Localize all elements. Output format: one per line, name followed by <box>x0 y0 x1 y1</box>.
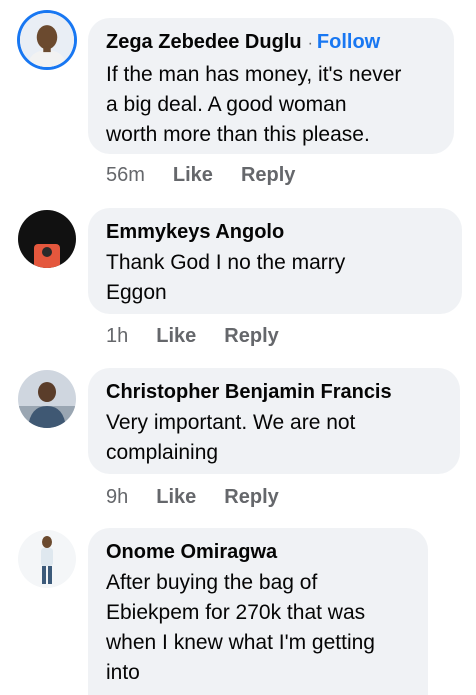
author-name[interactable]: Zega Zebedee Duglu <box>106 31 302 53</box>
like-button[interactable]: Like <box>173 164 213 186</box>
comment-bubble: Onome Omiragwa After buying the bag of E… <box>88 528 428 695</box>
comment-text: After buying the bag of Ebiekpem for 270… <box>106 571 375 684</box>
avatar[interactable] <box>18 530 76 588</box>
reply-button[interactable]: Reply <box>241 164 295 186</box>
profile-photo <box>20 13 74 67</box>
reply-button[interactable]: Reply <box>224 486 278 508</box>
comment-bubble: Emmykeys Angolo Thank God I no the marry… <box>88 208 462 314</box>
separator-dot: · <box>307 35 313 52</box>
comment-actions: 9h Like Reply <box>106 486 307 509</box>
comment-bubble: Zega Zebedee Duglu · Follow If the man has… <box>88 18 454 154</box>
comment-bubble: Christopher Benjamin Francis Very import… <box>88 368 460 474</box>
comment-text: Very important. We are not complaining <box>106 411 356 464</box>
profile-photo <box>18 530 76 588</box>
avatar[interactable] <box>18 210 76 268</box>
follow-button[interactable]: Follow <box>317 31 380 53</box>
avatar[interactable] <box>20 13 74 67</box>
profile-photo <box>18 370 76 428</box>
comment-time[interactable]: 56m <box>106 164 145 186</box>
author-name[interactable]: Christopher Benjamin Francis <box>106 381 392 403</box>
comment-actions: 56m Like Reply <box>106 164 323 187</box>
like-button[interactable]: Like <box>156 325 196 347</box>
author-name[interactable]: Emmykeys Angolo <box>106 221 284 243</box>
reply-button[interactable]: Reply <box>224 325 278 347</box>
comment-actions: 1h Like Reply <box>106 325 307 348</box>
comment-text: If the man has money, it's never a big d… <box>106 63 402 146</box>
profile-photo <box>18 210 76 268</box>
like-button[interactable]: Like <box>156 486 196 508</box>
comment-text: Thank God I no the marry Eggon <box>106 251 346 304</box>
comment-time[interactable]: 1h <box>106 325 128 347</box>
avatar[interactable] <box>18 370 76 428</box>
comment-time[interactable]: 9h <box>106 486 128 508</box>
author-name[interactable]: Onome Omiragwa <box>106 541 277 563</box>
